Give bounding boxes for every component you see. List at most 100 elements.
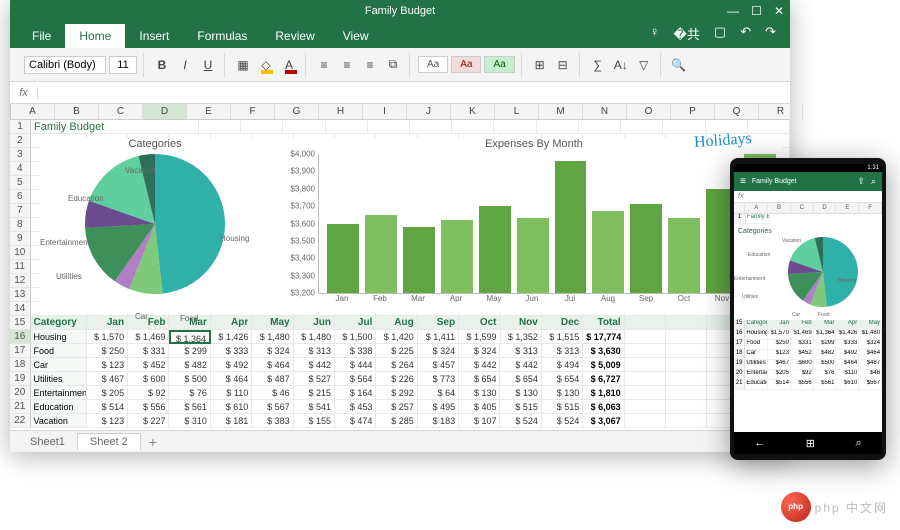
cell[interactable] <box>199 120 241 134</box>
cell[interactable]: $ 164 <box>335 386 376 400</box>
cell[interactable]: $ 654 <box>500 372 541 386</box>
cell[interactable]: $ 324 <box>418 344 459 358</box>
row-header[interactable]: 4 <box>10 162 31 176</box>
cell[interactable] <box>666 414 707 428</box>
cell[interactable]: $ 292 <box>376 386 417 400</box>
cell[interactable] <box>666 386 707 400</box>
column-header-G[interactable]: G <box>275 104 319 119</box>
cell[interactable]: May <box>252 316 293 330</box>
cell[interactable]: $ 333 <box>211 344 252 358</box>
cell[interactable]: $ 5,009 <box>583 358 624 372</box>
home-icon[interactable]: ⊞ <box>806 437 815 450</box>
sort-button[interactable]: A↓ <box>611 55 631 75</box>
cell[interactable]: $ 1,411 <box>418 330 459 344</box>
tab-formulas[interactable]: Formulas <box>183 24 261 48</box>
cell[interactable]: Jan <box>87 316 128 330</box>
bar-chart[interactable]: Holidays Expenses By Month $4,000$3,900$… <box>286 138 782 313</box>
cell[interactable]: $ 257 <box>376 400 417 414</box>
cell[interactable]: Total <box>583 316 624 330</box>
column-header-J[interactable]: J <box>407 104 451 119</box>
redo-icon[interactable]: ↷ <box>765 24 776 43</box>
row-header[interactable]: 18 <box>10 358 31 372</box>
cell[interactable]: $ 76 <box>169 386 210 400</box>
cell[interactable]: Entertainment <box>31 386 87 400</box>
menu-icon[interactable]: ≡ <box>740 176 746 187</box>
cell[interactable]: Vacation <box>31 414 87 428</box>
cell[interactable]: $ 1,480 <box>252 330 293 344</box>
row-header[interactable]: 5 <box>10 176 31 190</box>
row-header[interactable]: 9 <box>10 232 31 246</box>
tab-home[interactable]: Home <box>65 24 125 48</box>
cell[interactable]: $ 1,364 <box>169 330 211 344</box>
cell[interactable]: $ 474 <box>335 414 376 428</box>
cell[interactable]: $ 130 <box>542 386 583 400</box>
cell[interactable] <box>326 120 368 134</box>
column-header-Q[interactable]: Q <box>715 104 759 119</box>
column-header-H[interactable]: H <box>319 104 363 119</box>
autosum-button[interactable]: ∑ <box>588 55 608 75</box>
cell[interactable]: $ 1,469 <box>128 330 169 344</box>
cell[interactable]: $ 492 <box>211 358 252 372</box>
minimize-icon[interactable]: — <box>727 0 739 22</box>
row-header[interactable]: 3 <box>10 148 31 162</box>
cell[interactable]: $ 155 <box>294 414 335 428</box>
cell[interactable]: $ 123 <box>87 358 128 372</box>
column-header-B[interactable]: B <box>55 104 99 119</box>
cell[interactable]: $ 500 <box>169 372 210 386</box>
cell[interactable]: $ 514 <box>87 400 128 414</box>
cell[interactable]: Family Budget <box>31 120 199 134</box>
share-icon[interactable]: ⇪ <box>857 176 865 187</box>
cell[interactable]: Education <box>31 400 87 414</box>
cell[interactable]: $ 1,810 <box>583 386 624 400</box>
cell[interactable]: $ 561 <box>169 400 210 414</box>
cell[interactable]: $ 464 <box>211 372 252 386</box>
cell[interactable]: $ 1,480 <box>294 330 335 344</box>
row-header[interactable]: 12 <box>10 274 31 288</box>
cell[interactable]: $ 524 <box>542 414 583 428</box>
sheet-grid[interactable]: Categories HousingFoodCarUtilitiesEntert… <box>10 120 790 430</box>
cell[interactable]: $ 467 <box>87 372 128 386</box>
tab-view[interactable]: View <box>329 24 383 48</box>
cell[interactable]: $ 405 <box>459 400 500 414</box>
cell[interactable]: $ 3,630 <box>583 344 624 358</box>
underline-button[interactable]: U <box>198 55 218 75</box>
cell[interactable]: $ 310 <box>169 414 210 428</box>
cell-style-normal[interactable]: Aa <box>418 56 448 73</box>
cell[interactable]: $ 457 <box>418 358 459 372</box>
tab-file[interactable]: File <box>18 24 65 48</box>
cell[interactable]: $ 227 <box>128 414 169 428</box>
cell[interactable] <box>625 400 666 414</box>
row-header[interactable]: 17 <box>10 344 31 358</box>
italic-button[interactable]: I <box>175 55 195 75</box>
cell[interactable]: $ 107 <box>459 414 500 428</box>
cell[interactable]: $ 541 <box>294 400 335 414</box>
cell[interactable]: $ 338 <box>335 344 376 358</box>
cell[interactable]: Dec <box>542 316 583 330</box>
cell[interactable]: Oct <box>459 316 500 330</box>
font-color-button[interactable]: A <box>279 55 299 75</box>
cell[interactable]: $ 285 <box>376 414 417 428</box>
cell[interactable]: $ 313 <box>294 344 335 358</box>
align-left-button[interactable]: ≡ <box>314 55 334 75</box>
row-header[interactable]: 14 <box>10 302 31 316</box>
cell[interactable]: $ 654 <box>542 372 583 386</box>
cell[interactable]: $ 773 <box>418 372 459 386</box>
cell[interactable]: $ 64 <box>418 386 459 400</box>
cell[interactable]: $ 324 <box>459 344 500 358</box>
cell[interactable]: Car <box>31 358 87 372</box>
column-header-R[interactable]: R <box>759 104 803 119</box>
column-header-F[interactable]: F <box>231 104 275 119</box>
cell[interactable] <box>625 330 666 344</box>
cell[interactable]: $ 487 <box>252 372 293 386</box>
row-header[interactable]: 20 <box>10 386 31 400</box>
row-header[interactable]: 11 <box>10 260 31 274</box>
cell[interactable]: $ 1,515 <box>542 330 583 344</box>
column-header-C[interactable]: C <box>99 104 143 119</box>
cell[interactable]: $ 556 <box>128 400 169 414</box>
cell[interactable]: $ 313 <box>542 344 583 358</box>
cell[interactable]: $ 515 <box>542 400 583 414</box>
cell[interactable] <box>621 120 663 134</box>
cell[interactable]: $ 250 <box>87 344 128 358</box>
cell[interactable]: $ 1,500 <box>335 330 376 344</box>
row-header[interactable]: 15 <box>10 316 31 330</box>
